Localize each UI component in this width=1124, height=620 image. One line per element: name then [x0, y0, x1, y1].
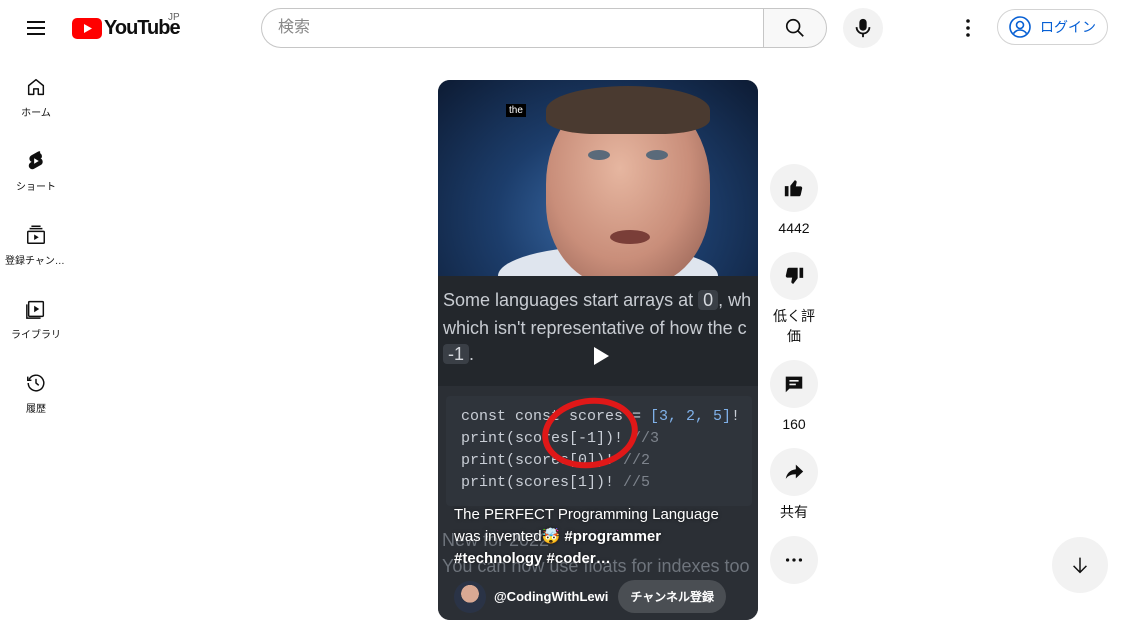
code-line: print(scores[1])! //5: [461, 474, 650, 491]
youtube-play-logo-icon: [72, 17, 102, 39]
presenter-hair: [546, 86, 710, 134]
more-actions-button[interactable]: [770, 536, 818, 584]
settings-more-button[interactable]: [948, 8, 988, 48]
more-vertical-icon: [966, 19, 970, 37]
doc-text: Some languages start arrays at: [443, 290, 694, 310]
subscribe-button[interactable]: チャンネル登録: [618, 580, 727, 613]
channel-name[interactable]: @CodingWithLewi: [494, 589, 608, 604]
search-input[interactable]: [261, 8, 764, 48]
like-count: 4442: [778, 220, 810, 236]
presenter-eye: [646, 150, 668, 160]
shorts-player[interactable]: the Some languages start arrays at 0, wh…: [438, 80, 758, 620]
share-icon: [785, 464, 804, 479]
code-text: !: [731, 408, 741, 425]
sidebar-item-history[interactable]: 履歴: [4, 352, 68, 426]
history-icon: [27, 374, 45, 392]
doc-line: Some languages start arrays at 0, wh: [443, 290, 751, 311]
home-icon: [27, 78, 45, 96]
doc-code-chip: -1: [443, 344, 470, 364]
more-action: [770, 536, 818, 584]
play-button[interactable]: [576, 332, 624, 380]
account-circle-icon: [1009, 16, 1031, 38]
library-icon: [26, 300, 45, 319]
like-action: 4442: [770, 164, 818, 238]
presenter-mouth: [610, 230, 650, 244]
sidebar-item-shorts[interactable]: ショート: [4, 130, 68, 204]
thumbs-up-icon: [784, 180, 803, 197]
sidebar-item-label: ショート: [16, 182, 56, 193]
short-title[interactable]: The PERFECT Programming Language was inv…: [454, 504, 744, 570]
region-code: JP: [168, 12, 180, 23]
code-comment: //5: [623, 474, 651, 491]
sidebar-item-library[interactable]: ライブラリ: [4, 278, 68, 352]
sidebar-item-label: ライブラリ: [11, 330, 61, 341]
like-button[interactable]: [770, 164, 818, 212]
login-label: ログイン: [1040, 19, 1096, 35]
doc-code-chip: 0: [698, 290, 719, 310]
doc-text: , wh: [718, 290, 752, 310]
dislike-button[interactable]: [770, 252, 818, 300]
next-short-button[interactable]: [1052, 537, 1108, 593]
login-button[interactable]: ログイン: [997, 9, 1108, 45]
code-text: print(scores[1])!: [461, 474, 615, 491]
presenter-eye: [588, 150, 610, 160]
comment-count: 160: [782, 416, 806, 432]
comment-action: 160: [770, 360, 818, 434]
dislike-action: 低く評価: [770, 252, 818, 346]
channel-row: @CodingWithLewi チャンネル登録: [454, 580, 727, 613]
sidebar-item-label: 登録チャンネル: [5, 256, 67, 267]
sidebar-item-subscriptions[interactable]: 登録チャンネル: [4, 204, 68, 278]
hamburger-menu-icon: [27, 21, 45, 35]
sidebar-item-home[interactable]: ホーム: [4, 56, 68, 130]
code-comment: //2: [623, 452, 651, 469]
search-icon: [785, 18, 804, 37]
doc-line: -1.: [443, 344, 474, 365]
arrow-down-icon: [1073, 557, 1087, 574]
search-button[interactable]: [763, 8, 827, 48]
code-numbers: [3, 2, 5]: [650, 408, 732, 425]
video-caption-chip: the: [506, 104, 526, 117]
sidebar-item-label: 履歴: [26, 404, 46, 415]
play-icon: [594, 347, 609, 365]
doc-text: .: [469, 344, 475, 364]
dislike-label: 低く評価: [773, 308, 815, 344]
microphone-icon: [855, 18, 871, 38]
guide-menu-button[interactable]: [16, 8, 56, 48]
sidebar-item-label: ホーム: [21, 108, 51, 119]
subscriptions-icon: [27, 225, 45, 244]
thumbs-down-icon: [785, 267, 804, 284]
share-action: 共有: [770, 448, 818, 522]
shorts-icon: [28, 151, 43, 170]
share-button[interactable]: [770, 448, 818, 496]
comment-icon: [785, 376, 803, 393]
search-box: [261, 8, 827, 48]
mini-guide: ホーム ショート 登録チャンネル ライブラリ 履歴: [4, 56, 68, 426]
share-label: 共有: [780, 504, 808, 520]
masthead: YouTube JP ログイン: [0, 0, 1124, 56]
youtube-logo[interactable]: YouTube: [72, 16, 181, 40]
channel-avatar[interactable]: [454, 580, 486, 613]
more-horizontal-icon: [785, 558, 803, 562]
comments-button[interactable]: [770, 360, 818, 408]
voice-search-button[interactable]: [843, 8, 883, 48]
video-frame-presenter: the: [438, 80, 758, 306]
